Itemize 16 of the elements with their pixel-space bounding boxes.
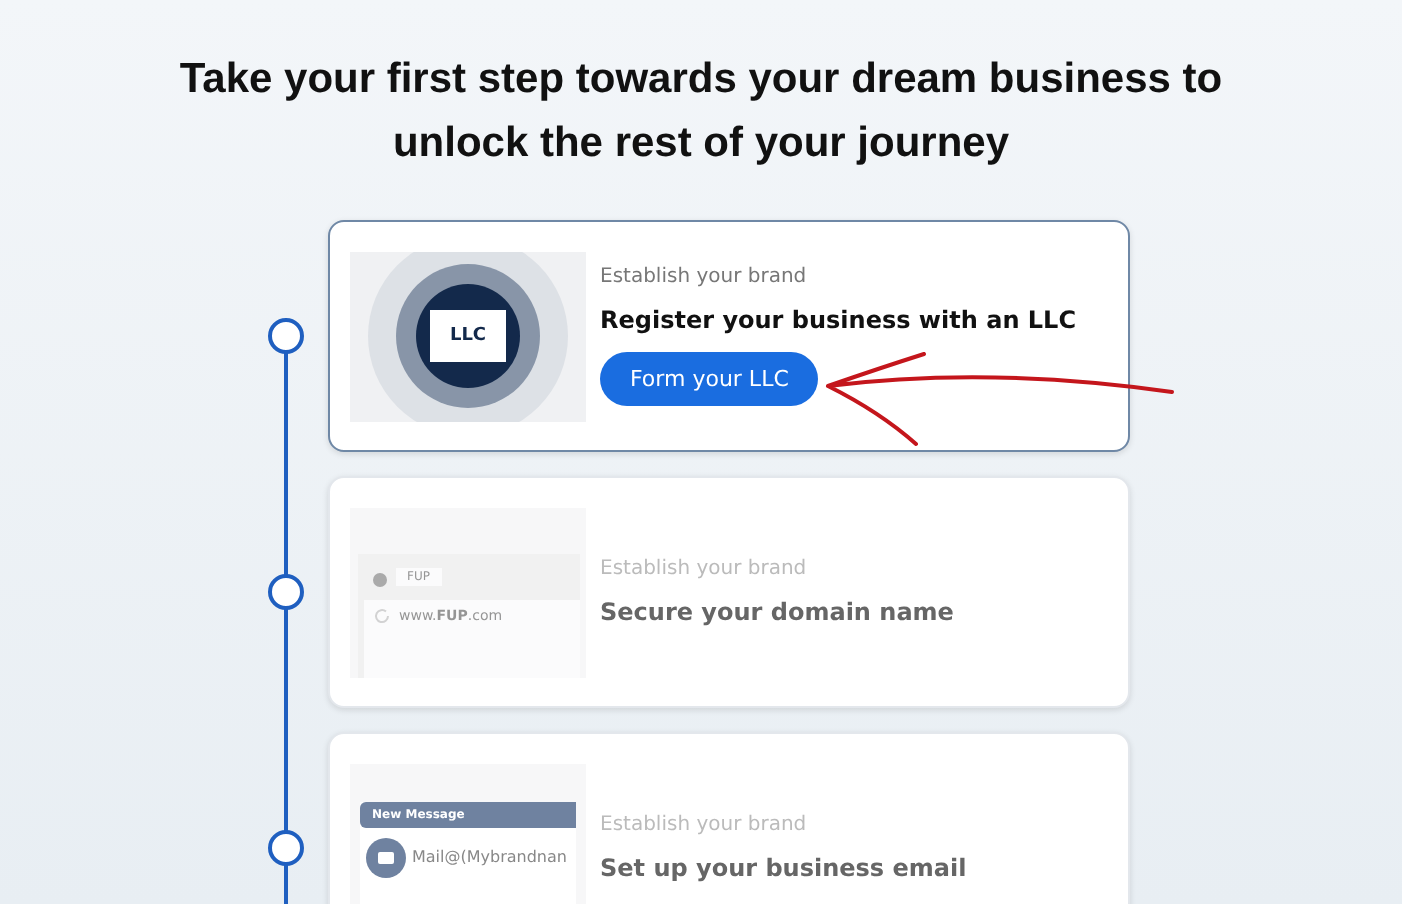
form-llc-button[interactable]: Form your LLC	[600, 352, 819, 406]
envelope-icon	[366, 837, 406, 877]
step-title: Secure your domain name	[600, 598, 954, 626]
timeline-node	[268, 574, 304, 610]
llc-label: LLC	[429, 310, 507, 362]
step-category: Establish your brand	[600, 266, 807, 288]
step-card[interactable]: LLC Establish your brand Register your business with an LLC Form your LLC	[328, 220, 1130, 452]
page-heading: Take your first step towards your dream business to unlock the rest of your journey	[177, 54, 1225, 170]
step-category: Establish your brand	[600, 558, 807, 580]
step-title: Set up your business email	[600, 854, 967, 882]
step-title: Register your business with an LLC	[600, 306, 1077, 334]
reload-icon	[371, 605, 391, 625]
step-category: Establish your brand	[600, 814, 807, 836]
email-address: Mail@(Mybrandnan	[412, 848, 567, 866]
timeline-node	[268, 830, 304, 866]
timeline-node	[268, 318, 304, 354]
